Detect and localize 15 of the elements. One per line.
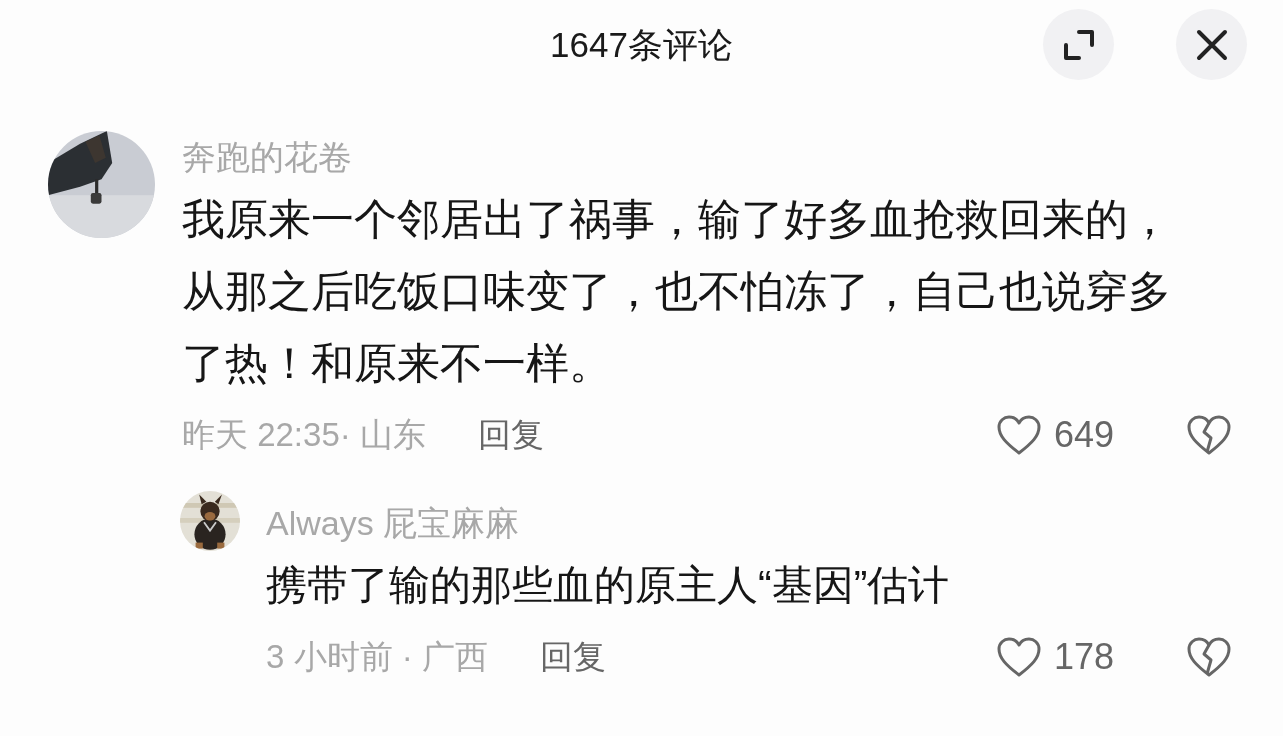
comment-count-title: 1647条评论 (550, 23, 733, 66)
broken-heart-icon[interactable] (1186, 414, 1232, 456)
heart-icon (995, 636, 1042, 678)
heart-icon (995, 414, 1042, 456)
like-button[interactable]: 649 (995, 414, 1114, 456)
comment-meta: 3 小时前 · 广西 (266, 636, 488, 677)
author-name: Always 屁宝麻麻 (266, 503, 521, 544)
reply-link[interactable]: 回复 (539, 634, 606, 680)
broken-heart-icon[interactable] (1186, 636, 1232, 678)
author-name: 奔跑的花卷 (182, 137, 353, 178)
reply-link[interactable]: 回复 (477, 412, 544, 458)
comment-text: 我原来一个邻居出了祸事，输了好多血抢救回来的，从那之后吃饭口味变了，也不怕冻了，自己也说穿多了热！和原来不一样。 (182, 194, 1172, 389)
like-button[interactable]: 178 (995, 636, 1114, 678)
comment-meta: 昨天 22:35· 山东 (182, 414, 426, 455)
reply-text: 携带了输的那些血的原主人“基因”估计 (266, 561, 951, 610)
